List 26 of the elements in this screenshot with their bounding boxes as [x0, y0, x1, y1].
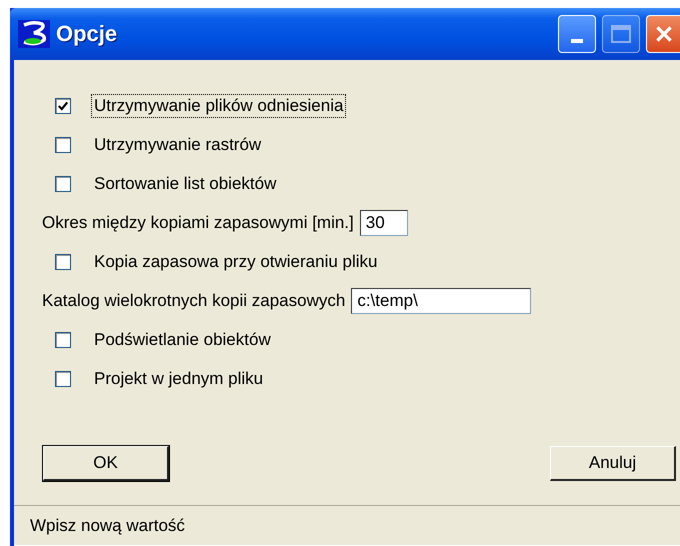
- checkbox-label[interactable]: Sortowanie list obiektów: [91, 172, 280, 196]
- checkbox-label[interactable]: Utrzymywanie plików odniesienia: [91, 94, 346, 118]
- checkbox[interactable]: [55, 370, 71, 386]
- minimize-button[interactable]: [558, 15, 596, 53]
- input-field[interactable]: 30: [360, 210, 408, 236]
- checkbox-label[interactable]: Projekt w jednym pliku: [91, 366, 266, 390]
- checkbox[interactable]: [55, 332, 71, 348]
- window-title: Opcje: [56, 21, 118, 47]
- minimize-icon: [571, 39, 583, 43]
- checkbox[interactable]: [55, 98, 71, 114]
- checkbox[interactable]: [55, 176, 71, 192]
- close-button[interactable]: [646, 15, 680, 53]
- maximize-icon: [611, 25, 631, 43]
- checkbox[interactable]: [55, 136, 71, 152]
- field-label: Katalog wielokrotnych kopii zapasowych: [42, 290, 346, 310]
- checkbox-label[interactable]: Podświetlanie obiektów: [91, 328, 274, 352]
- input-field[interactable]: c:\temp\: [351, 288, 532, 314]
- check-icon: [57, 100, 69, 112]
- checkbox[interactable]: [55, 254, 71, 270]
- status-text: Wpisz nową wartość: [30, 516, 185, 536]
- logo-icon: [18, 20, 50, 48]
- checkbox-label[interactable]: Utrzymywanie rastrów: [91, 132, 264, 156]
- ok-button[interactable]: OK: [43, 446, 169, 481]
- cancel-button[interactable]: Anuluj: [550, 446, 676, 481]
- field-label: Okres między kopiami zapasowymi [min.]: [42, 212, 354, 232]
- checkbox-label[interactable]: Kopia zapasowa przy otwieraniu pliku: [91, 250, 380, 274]
